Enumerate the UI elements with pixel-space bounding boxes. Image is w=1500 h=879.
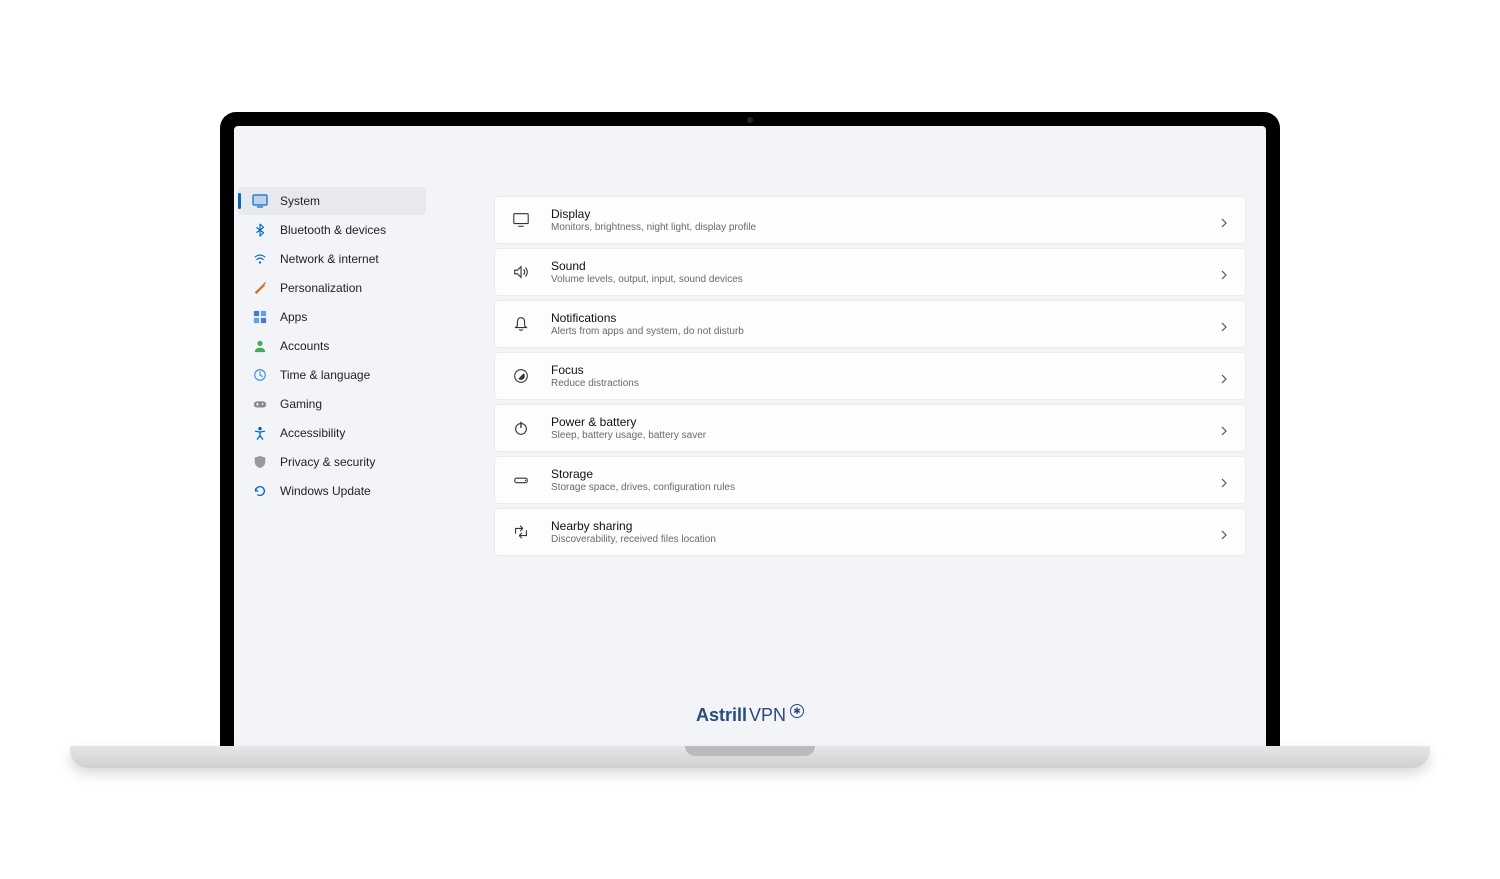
setting-desc: Monitors, brightness, night light, displ… — [551, 222, 1199, 233]
sidebar-item-label: Accounts — [280, 339, 329, 353]
laptop-base — [70, 746, 1430, 768]
setting-text: Notifications Alerts from apps and syste… — [551, 311, 1199, 337]
privacy-icon — [252, 454, 268, 470]
setting-card-display[interactable]: Display Monitors, brightness, night ligh… — [494, 196, 1246, 244]
sidebar-item-label: System — [280, 194, 320, 208]
setting-card-storage[interactable]: Storage Storage space, drives, configura… — [494, 456, 1246, 504]
watermark-part1: Astrill — [696, 705, 747, 726]
update-icon — [252, 483, 268, 499]
setting-desc: Alerts from apps and system, do not dist… — [551, 326, 1199, 337]
sidebar-item-label: Network & internet — [280, 252, 379, 266]
setting-text: Focus Reduce distractions — [551, 363, 1199, 389]
accessibility-icon — [252, 425, 268, 441]
sidebar-item-gaming[interactable]: Gaming — [238, 390, 426, 418]
watermark-logo: AstrillVPN ✱ — [696, 705, 804, 726]
setting-desc: Sleep, battery usage, battery saver — [551, 430, 1199, 441]
sidebar-item-label: Bluetooth & devices — [280, 223, 386, 237]
laptop-bezel: System Bluetooth & devices Network & int… — [220, 112, 1280, 746]
settings-sidebar: System Bluetooth & devices Network & int… — [234, 126, 434, 746]
sidebar-item-privacy[interactable]: Privacy & security — [238, 448, 426, 476]
setting-desc: Reduce distractions — [551, 378, 1199, 389]
settings-main: Display Monitors, brightness, night ligh… — [434, 126, 1266, 746]
sidebar-item-accounts[interactable]: Accounts — [238, 332, 426, 360]
laptop-mockup: System Bluetooth & devices Network & int… — [220, 112, 1280, 768]
setting-card-sound[interactable]: Sound Volume levels, output, input, soun… — [494, 248, 1246, 296]
setting-title: Notifications — [551, 311, 1199, 325]
setting-title: Display — [551, 207, 1199, 221]
setting-card-nearby[interactable]: Nearby sharing Discoverability, received… — [494, 508, 1246, 556]
bluetooth-icon — [252, 222, 268, 238]
setting-text: Sound Volume levels, output, input, soun… — [551, 259, 1199, 285]
nearby-icon — [511, 522, 531, 542]
sidebar-item-label: Time & language — [280, 368, 370, 382]
sound-icon — [511, 262, 531, 282]
personalization-icon — [252, 280, 268, 296]
notifications-icon — [511, 314, 531, 334]
chevron-right-icon — [1219, 527, 1229, 537]
sidebar-item-label: Accessibility — [280, 426, 345, 440]
sidebar-item-update[interactable]: Windows Update — [238, 477, 426, 505]
time-icon — [252, 367, 268, 383]
accounts-icon — [252, 338, 268, 354]
sidebar-item-apps[interactable]: Apps — [238, 303, 426, 331]
sidebar-item-time[interactable]: Time & language — [238, 361, 426, 389]
sidebar-item-network[interactable]: Network & internet — [238, 245, 426, 273]
setting-title: Sound — [551, 259, 1199, 273]
gaming-icon — [252, 396, 268, 412]
storage-icon — [511, 470, 531, 490]
display-icon — [511, 210, 531, 230]
sidebar-item-bluetooth[interactable]: Bluetooth & devices — [238, 216, 426, 244]
sidebar-item-system[interactable]: System — [238, 187, 426, 215]
chevron-right-icon — [1219, 475, 1229, 485]
setting-title: Nearby sharing — [551, 519, 1199, 533]
network-icon — [252, 251, 268, 267]
setting-title: Storage — [551, 467, 1199, 481]
sidebar-item-personalization[interactable]: Personalization — [238, 274, 426, 302]
chevron-right-icon — [1219, 267, 1229, 277]
sidebar-item-label: Gaming — [280, 397, 322, 411]
camera-dot — [747, 117, 753, 123]
setting-card-notifications[interactable]: Notifications Alerts from apps and syste… — [494, 300, 1246, 348]
laptop-notch — [685, 746, 815, 756]
focus-icon — [511, 366, 531, 386]
sidebar-item-label: Personalization — [280, 281, 362, 295]
setting-desc: Storage space, drives, configuration rul… — [551, 482, 1199, 493]
sidebar-item-label: Privacy & security — [280, 455, 375, 469]
setting-title: Focus — [551, 363, 1199, 377]
chevron-right-icon — [1219, 215, 1229, 225]
setting-card-power[interactable]: Power & battery Sleep, battery usage, ba… — [494, 404, 1246, 452]
watermark-part2: VPN — [749, 705, 786, 726]
setting-text: Display Monitors, brightness, night ligh… — [551, 207, 1199, 233]
setting-desc: Discoverability, received files location — [551, 534, 1199, 545]
setting-title: Power & battery — [551, 415, 1199, 429]
chevron-right-icon — [1219, 371, 1229, 381]
setting-text: Storage Storage space, drives, configura… — [551, 467, 1199, 493]
setting-text: Nearby sharing Discoverability, received… — [551, 519, 1199, 545]
system-icon — [252, 193, 268, 209]
settings-window: System Bluetooth & devices Network & int… — [234, 126, 1266, 746]
sidebar-item-label: Windows Update — [280, 484, 371, 498]
setting-desc: Volume levels, output, input, sound devi… — [551, 274, 1199, 285]
setting-card-focus[interactable]: Focus Reduce distractions — [494, 352, 1246, 400]
apps-icon — [252, 309, 268, 325]
sidebar-item-accessibility[interactable]: Accessibility — [238, 419, 426, 447]
setting-text: Power & battery Sleep, battery usage, ba… — [551, 415, 1199, 441]
power-icon — [511, 418, 531, 438]
sidebar-item-label: Apps — [280, 310, 307, 324]
watermark-asterisk-icon: ✱ — [790, 704, 804, 718]
chevron-right-icon — [1219, 319, 1229, 329]
chevron-right-icon — [1219, 423, 1229, 433]
